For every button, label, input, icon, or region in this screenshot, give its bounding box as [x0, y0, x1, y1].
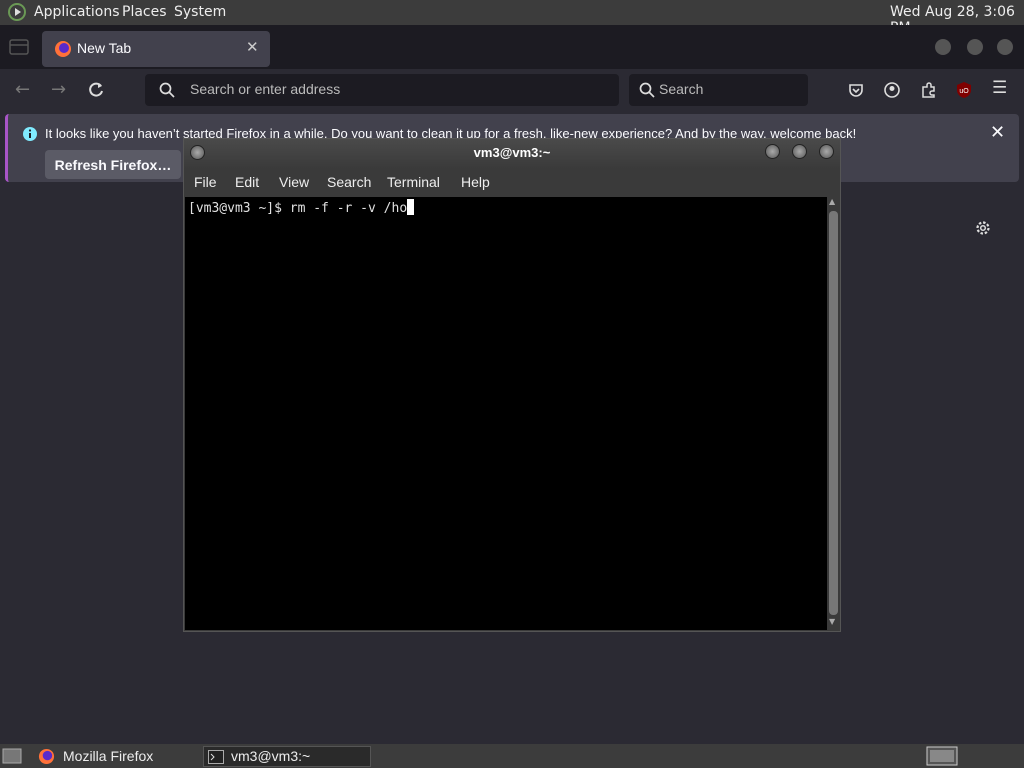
address-bar-placeholder: Search or enter address [190, 81, 341, 97]
svg-text:uO: uO [959, 88, 969, 95]
address-bar[interactable]: Search or enter address [145, 74, 619, 106]
taskbar-item-label: Mozilla Firefox [63, 748, 154, 764]
menu-hamburger-icon[interactable]: ☰ [992, 78, 1007, 98]
terminal-prompt-line: [vm3@vm3 ~]$ rm -f -r -v /ho [188, 199, 415, 216]
close-tab-icon[interactable]: ✕ [246, 38, 259, 56]
workspace-switcher-icon[interactable] [926, 746, 958, 766]
terminal-screen[interactable]: [vm3@vm3 ~]$ rm -f -r -v /ho [185, 197, 827, 630]
minimize-icon[interactable] [933, 37, 953, 57]
scroll-up-icon[interactable]: ▲ [829, 197, 835, 206]
gear-icon[interactable] [974, 219, 992, 237]
firefox-view-icon[interactable] [8, 37, 30, 57]
taskbar-item-firefox[interactable]: Mozilla Firefox [35, 746, 201, 767]
extensions-icon[interactable] [920, 81, 938, 99]
tab-new-tab[interactable]: New Tab ✕ [42, 31, 270, 67]
terminal-titlebar[interactable]: vm3@vm3:~ [184, 139, 840, 169]
close-notification-icon[interactable]: ✕ [990, 122, 1005, 143]
firefox-logo-icon [55, 41, 71, 57]
refresh-firefox-button[interactable]: Refresh Firefox… [45, 150, 181, 179]
gnome-logo-icon[interactable] [8, 3, 28, 21]
menu-file[interactable]: File [194, 174, 217, 190]
maximize-icon[interactable] [792, 144, 807, 159]
forward-icon[interactable]: → [51, 79, 66, 100]
menu-applications[interactable]: Applications [34, 4, 120, 20]
show-desktop-icon[interactable] [2, 747, 22, 765]
minimize-icon[interactable] [765, 144, 780, 159]
menu-help[interactable]: Help [461, 174, 490, 190]
terminal-icon [208, 750, 224, 764]
menu-terminal[interactable]: Terminal [387, 174, 440, 190]
search-icon [159, 82, 175, 98]
firefox-logo-icon [38, 748, 55, 765]
terminal-window: vm3@vm3:~ File Edit View Search Terminal… [183, 138, 841, 632]
info-icon [23, 127, 37, 141]
menu-system[interactable]: System [174, 4, 226, 20]
pocket-icon[interactable] [848, 82, 864, 98]
menu-view[interactable]: View [279, 174, 309, 190]
menu-edit[interactable]: Edit [235, 174, 259, 190]
search-bar-placeholder: Search [659, 81, 704, 97]
scroll-down-icon[interactable]: ▼ [829, 617, 835, 626]
top-panel: Applications Places System Wed Aug 28, 3… [0, 0, 1024, 36]
taskbar-item-label: vm3@vm3:~ [231, 748, 311, 764]
close-icon[interactable] [819, 144, 834, 159]
menu-search[interactable]: Search [327, 174, 371, 190]
search-icon [639, 82, 655, 98]
menu-places[interactable]: Places [122, 4, 167, 20]
terminal-title: vm3@vm3:~ [473, 145, 551, 160]
close-window-icon[interactable] [995, 37, 1015, 57]
terminal-cursor [407, 199, 415, 215]
search-bar[interactable]: Search [629, 74, 808, 106]
tab-title: New Tab [77, 40, 132, 56]
maximize-icon[interactable] [965, 37, 985, 57]
terminal-scrollbar[interactable]: ▲ ▼ [827, 197, 839, 630]
reload-icon[interactable] [87, 81, 105, 99]
terminal-command-text: [vm3@vm3 ~]$ rm -f -r -v /ho [188, 201, 408, 216]
taskbar-item-terminal[interactable]: vm3@vm3:~ [203, 746, 371, 767]
scrollbar-thumb[interactable] [829, 211, 838, 615]
ublock-origin-icon[interactable]: uO [955, 81, 973, 99]
account-icon[interactable] [884, 82, 900, 98]
back-icon[interactable]: ← [15, 79, 30, 100]
